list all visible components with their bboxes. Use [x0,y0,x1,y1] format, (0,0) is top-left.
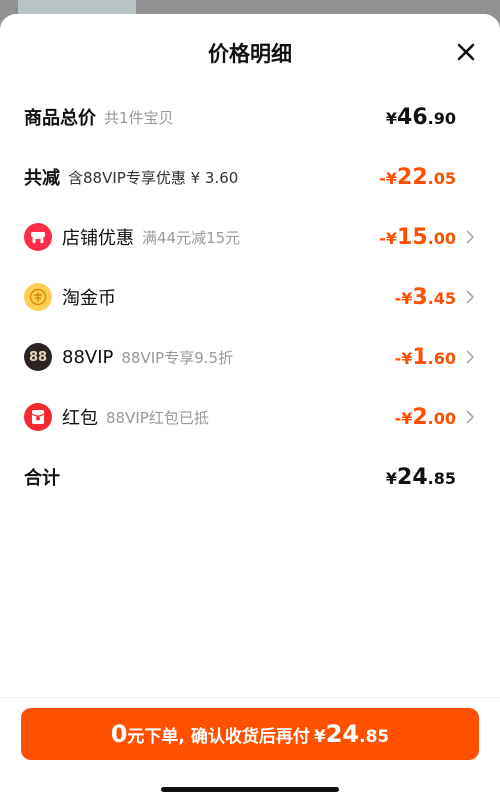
vip-amount: -¥1.60 [394,344,456,370]
row-total-discount: 共减 含88VIP专享优惠 ¥ 3.60 -¥22.05 [24,157,476,197]
row-label: 红包 [62,408,98,429]
cta-zero: 0 [110,720,128,748]
cta-dec: .85 [359,727,390,747]
coin-amount: -¥3.45 [394,284,456,310]
row-label: 88VIP [62,346,114,368]
row-sum: 合计 ¥24.85 [24,457,476,497]
shop-icon [24,223,52,251]
row-red-packet[interactable]: 红包 88VIP红包已抵 -¥2.00 [24,397,476,437]
footer-divider [0,697,500,698]
row-sub: 满44元减15元 [142,228,241,247]
cta-sym: ¥ [313,727,326,747]
row-label: 共减 [24,168,60,189]
price-detail-sheet: 价格明细 商品总价 共1件宝贝 ¥46.90 共减 含88VIP专享优惠 ¥ 3… [0,14,500,804]
row-product-total: 商品总价 共1件宝贝 ¥46.90 [24,97,476,137]
row-sub: 含88VIP专享优惠 ¥ 3.60 [68,168,239,187]
sheet-title: 价格明细 [208,42,292,66]
chevron-right-icon [466,410,475,424]
chevron-right-icon [466,350,475,364]
row-taojinbi[interactable]: 淘金币 -¥3.45 [24,277,476,317]
cta-text: 元下单, [127,727,185,747]
close-icon[interactable] [454,40,478,64]
home-indicator[interactable] [161,787,339,792]
sum-amount: ¥24.85 [385,464,456,490]
row-sub: 共1件宝贝 [104,108,174,127]
row-sub: 88VIP专享9.5折 [121,348,234,367]
row-label: 店铺优惠 [62,228,134,249]
row-88vip[interactable]: 88 88VIP 88VIP专享9.5折 -¥1.60 [24,337,476,377]
coin-icon [24,283,52,311]
red-packet-icon [24,403,52,431]
place-order-button[interactable]: 0 元下单, 确认收货后再付 ¥ 24 .85 [21,708,479,760]
product-total-amount: ¥46.90 [385,104,456,130]
total-discount-amount: -¥22.05 [379,164,456,190]
cta-int: 24 [325,720,360,748]
row-shop-discount[interactable]: 店铺优惠 满44元减15元 -¥15.00 [24,217,476,257]
vip-88-icon: 88 [24,343,52,371]
row-label: 淘金币 [62,288,116,309]
row-sub: 88VIP红包已抵 [106,408,209,427]
shop-discount-amount: -¥15.00 [379,224,456,250]
red-packet-amount: -¥2.00 [394,404,456,430]
row-label: 商品总价 [24,108,96,129]
chevron-right-icon [466,230,475,244]
cta-text2: 确认收货后再付 [190,727,310,747]
chevron-right-icon [466,290,475,304]
row-label: 合计 [24,468,60,489]
